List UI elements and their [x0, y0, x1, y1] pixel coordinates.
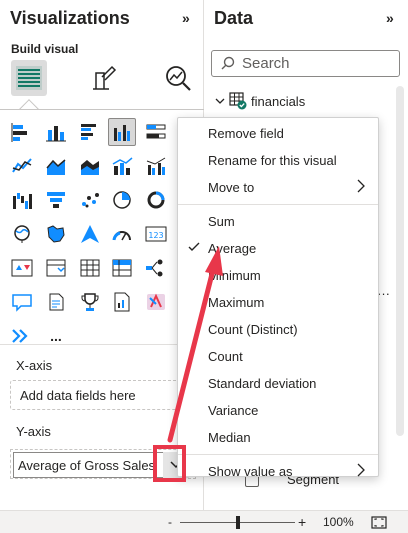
table-name: financials: [251, 93, 306, 109]
line-and-stacked-column-chart-icon[interactable]: [108, 152, 136, 180]
search-input[interactable]: Search: [211, 50, 400, 77]
checkmark-icon: [188, 242, 200, 251]
svg-text:123: 123: [148, 231, 163, 240]
menu-item-label: Remove field: [208, 126, 284, 141]
analytics-tab[interactable]: [160, 60, 196, 96]
matrix-icon[interactable]: [108, 254, 136, 282]
menu-item-median[interactable]: Median: [178, 424, 378, 451]
menu-item-remove-field[interactable]: Remove field: [178, 120, 378, 147]
menu-item-minimum[interactable]: Minimum: [178, 262, 378, 289]
100-stacked-bar-chart-icon[interactable]: [142, 118, 170, 146]
section-divider: [0, 344, 204, 345]
zoom-out-button[interactable]: -: [168, 515, 172, 529]
xaxis-well[interactable]: Add data fields here: [10, 380, 198, 410]
area-chart-icon[interactable]: [42, 152, 70, 180]
stacked-bar-chart-icon[interactable]: [8, 118, 36, 146]
slicer-icon[interactable]: [42, 254, 70, 282]
menu-item-label: Variance: [208, 403, 259, 418]
card-icon[interactable]: 123: [142, 220, 170, 248]
menu-separator: [178, 204, 378, 205]
more-visuals-button[interactable]: ...: [42, 322, 70, 350]
visualizations-pane: Visualizations » Build visual 123 ... X-…: [0, 0, 204, 510]
data-scrollbar[interactable]: [396, 86, 404, 436]
menu-item-label: Count (Distinct): [208, 322, 298, 337]
clustered-bar-chart-icon[interactable]: [76, 118, 104, 146]
search-icon: [221, 56, 235, 70]
build-visual-label: Build visual: [11, 42, 79, 56]
menu-item-count[interactable]: Count: [178, 343, 378, 370]
data-title: Data: [214, 8, 254, 28]
stacked-column-chart-icon[interactable]: [42, 118, 70, 146]
menu-item-maximum[interactable]: Maximum: [178, 289, 378, 316]
table-icon[interactable]: [76, 254, 104, 282]
menu-item-label: Median: [208, 430, 251, 445]
clustered-column-chart-icon[interactable]: [108, 118, 136, 146]
annotation-highlight-box: [153, 445, 186, 482]
menu-item-label: Average: [208, 241, 257, 256]
table-icon: [229, 92, 247, 110]
chevron-right-icon: [357, 179, 365, 193]
donut-chart-icon[interactable]: [142, 186, 170, 214]
menu-item-rename-for-this-visual[interactable]: Rename for this visual: [178, 147, 378, 174]
status-bar: - + 100%: [0, 510, 408, 533]
fit-to-page-icon[interactable]: [371, 516, 387, 529]
menu-item-label: Sum: [208, 214, 235, 229]
format-visual-icon: [93, 65, 117, 90]
xaxis-label: X-axis: [16, 358, 53, 373]
zoom-level: 100%: [323, 515, 354, 529]
get-more-visuals-icon[interactable]: [8, 322, 36, 350]
pane-divider: [0, 109, 204, 110]
build-visual-tab[interactable]: [11, 60, 47, 96]
menu-item-label: Count: [208, 349, 243, 364]
stacked-area-chart-icon[interactable]: [76, 152, 104, 180]
format-visual-tab[interactable]: [85, 60, 121, 96]
zoom-slider-thumb[interactable]: [235, 516, 240, 529]
line-and-clustered-column-chart-icon[interactable]: [142, 152, 170, 180]
field-context-menu: Remove field Rename for this visual Move t…: [177, 117, 379, 479]
collapse-data-icon[interactable]: »: [386, 10, 394, 26]
decomposition-tree-icon[interactable]: [142, 254, 170, 282]
waterfall-chart-icon[interactable]: [8, 186, 36, 214]
qa-visual-icon[interactable]: [8, 288, 36, 316]
power-apps-icon[interactable]: [142, 288, 170, 316]
menu-item-label: Minimum: [208, 268, 261, 283]
chevron-expand-icon: [215, 98, 225, 104]
menu-item-label: Move to: [208, 180, 255, 195]
azure-map-icon[interactable]: [76, 220, 104, 248]
menu-item-sum[interactable]: Sum: [178, 208, 378, 235]
menu-item-average[interactable]: Average: [178, 235, 378, 262]
scatter-chart-icon[interactable]: [76, 186, 104, 214]
build-visual-icon: [16, 66, 42, 90]
line-chart-icon[interactable]: [8, 152, 36, 180]
menu-item-label: Maximum: [208, 295, 265, 310]
menu-item-standard-deviation[interactable]: Standard deviation: [178, 370, 378, 397]
menu-item-label: Standard deviation: [208, 376, 317, 391]
paginated-report-icon[interactable]: [108, 288, 136, 316]
menu-separator: [178, 454, 378, 455]
menu-item-label: Show value as: [208, 464, 293, 479]
collapse-visualizations-icon[interactable]: »: [182, 10, 190, 26]
menu-item-count-distinct[interactable]: Count (Distinct): [178, 316, 378, 343]
zoom-in-button[interactable]: +: [298, 514, 306, 530]
map-icon[interactable]: [8, 220, 36, 248]
gauge-icon[interactable]: [108, 220, 136, 248]
visualizations-title: Visualizations: [10, 8, 130, 28]
funnel-chart-icon[interactable]: [42, 186, 70, 214]
kpi-icon[interactable]: [8, 254, 36, 282]
yaxis-label: Y-axis: [16, 424, 51, 439]
menu-item-variance[interactable]: Variance: [178, 397, 378, 424]
analytics-icon: [166, 66, 191, 91]
menu-item-show-value-as[interactable]: Show value as: [178, 458, 378, 485]
chevron-right-icon: [357, 463, 365, 477]
goals-trophy-icon[interactable]: [76, 288, 104, 316]
menu-item-move-to[interactable]: Move to: [178, 174, 378, 201]
filled-map-icon[interactable]: [42, 220, 70, 248]
smart-narrative-icon[interactable]: [42, 288, 70, 316]
menu-item-label: Rename for this visual: [208, 153, 337, 168]
pie-chart-icon[interactable]: [108, 186, 136, 214]
table-financials[interactable]: financials: [215, 92, 305, 110]
